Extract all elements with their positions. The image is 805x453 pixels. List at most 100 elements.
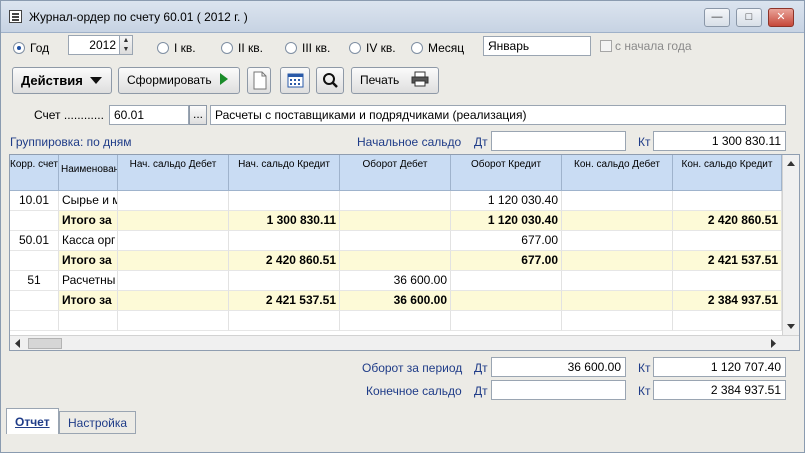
cell-turnover-debit[interactable]	[340, 251, 451, 271]
cell-corr[interactable]	[10, 211, 59, 231]
cell-turnover-debit[interactable]: 36 600.00	[340, 271, 451, 291]
cell-turnover-credit[interactable]	[451, 291, 562, 311]
cell-name[interactable]: Расчетны	[59, 271, 118, 291]
scroll-right-icon[interactable]	[765, 336, 781, 351]
cell-opening-debit[interactable]	[118, 231, 229, 251]
cell-turnover-credit[interactable]	[451, 311, 562, 331]
cell-name[interactable]: Касса орг	[59, 231, 118, 251]
actions-button[interactable]: Действия	[12, 67, 112, 94]
from-start-checkbox[interactable]: с начала года	[600, 39, 692, 53]
cell-closing-credit[interactable]	[673, 271, 782, 291]
cell-opening-credit[interactable]	[229, 191, 340, 211]
cell-closing-debit[interactable]	[562, 211, 673, 231]
scroll-thumb[interactable]	[28, 338, 62, 349]
account-browse-button[interactable]: ...	[189, 105, 207, 125]
cell-opening-debit[interactable]	[118, 191, 229, 211]
radio-year[interactable]: Год	[13, 41, 49, 55]
search-button[interactable]	[316, 67, 344, 94]
col-header-nsd[interactable]: Нач. сальдо Дебет	[118, 155, 229, 191]
tab-report[interactable]: Отчет	[6, 408, 59, 434]
cell-closing-credit[interactable]: 2 421 537.51	[673, 251, 782, 271]
cell-corr[interactable]: 10.01	[10, 191, 59, 211]
cell-turnover-debit[interactable]	[340, 211, 451, 231]
col-header-name[interactable]: Наименование	[59, 155, 118, 191]
maximize-button[interactable]: □	[736, 8, 762, 27]
cell-closing-credit[interactable]	[673, 191, 782, 211]
cell-closing-credit[interactable]	[673, 231, 782, 251]
vertical-scrollbar[interactable]	[782, 155, 799, 336]
cell-turnover-credit[interactable]: 677.00	[451, 251, 562, 271]
new-document-button[interactable]	[247, 67, 271, 94]
col-header-corr[interactable]: Корр. счет	[10, 155, 59, 191]
cell-name[interactable]: Итого за	[59, 291, 118, 311]
cell-turnover-debit[interactable]	[340, 231, 451, 251]
cell-turnover-credit[interactable]: 1 120 030.40	[451, 211, 562, 231]
radio-q3[interactable]: III кв.	[285, 41, 330, 55]
generate-button[interactable]: Сформировать	[118, 67, 240, 94]
cell-opening-debit[interactable]	[118, 211, 229, 231]
cell-name[interactable]: Итого за	[59, 211, 118, 231]
scroll-left-icon[interactable]	[10, 336, 26, 351]
tab-settings[interactable]: Настройка	[59, 411, 137, 434]
month-field[interactable]: Январь	[483, 36, 591, 56]
radio-q4[interactable]: IV кв.	[349, 41, 396, 55]
year-spinner[interactable]: ▲ ▼	[119, 35, 133, 55]
cell-turnover-credit[interactable]: 1 120 030.40	[451, 191, 562, 211]
cell-opening-debit[interactable]	[118, 291, 229, 311]
cell-closing-credit[interactable]: 2 384 937.51	[673, 291, 782, 311]
checkbox-icon[interactable]	[600, 40, 612, 52]
account-input[interactable]: 60.01	[109, 105, 189, 125]
cell-turnover-debit[interactable]	[340, 311, 451, 331]
cell-turnover-debit[interactable]	[340, 191, 451, 211]
cell-name[interactable]: Сырье и м	[59, 191, 118, 211]
cell-closing-debit[interactable]	[562, 251, 673, 271]
cell-opening-debit[interactable]	[118, 251, 229, 271]
cell-closing-debit[interactable]	[562, 191, 673, 211]
data-grid[interactable]: Корр. счет Наименование Нач. сальдо Дебе…	[9, 154, 800, 351]
scroll-down-icon[interactable]	[783, 318, 799, 334]
cell-name[interactable]: Итого за	[59, 251, 118, 271]
close-button[interactable]: ✕	[768, 8, 794, 27]
radio-q2[interactable]: II кв.	[221, 41, 263, 55]
cell-opening-credit[interactable]: 2 421 537.51	[229, 291, 340, 311]
cell-closing-debit[interactable]	[562, 311, 673, 331]
col-header-ksk[interactable]: Кон. сальдо Кредит	[673, 155, 782, 191]
cell-closing-credit[interactable]	[673, 311, 782, 331]
calendar-button[interactable]	[280, 67, 310, 94]
radio-q1[interactable]: I кв.	[157, 41, 196, 55]
year-input[interactable]: 2012	[68, 35, 121, 55]
cell-corr[interactable]: 51	[10, 271, 59, 291]
scroll-up-icon[interactable]	[783, 155, 799, 171]
cell-turnover-debit[interactable]: 36 600.00	[340, 291, 451, 311]
opening-balance-label: Начальное сальдо	[357, 135, 462, 149]
cell-corr[interactable]	[10, 311, 59, 331]
cell-corr[interactable]: 50.01	[10, 231, 59, 251]
cell-turnover-credit[interactable]	[451, 271, 562, 291]
spin-up-icon[interactable]: ▲	[120, 36, 132, 45]
cell-turnover-credit[interactable]: 677.00	[451, 231, 562, 251]
cell-closing-debit[interactable]	[562, 271, 673, 291]
cell-opening-credit[interactable]	[229, 271, 340, 291]
cell-opening-debit[interactable]	[118, 271, 229, 291]
grouping-label[interactable]: Группировка: по дням	[10, 135, 132, 149]
col-header-ksd[interactable]: Кон. сальдо Дебет	[562, 155, 673, 191]
horizontal-scrollbar[interactable]	[10, 335, 799, 351]
minimize-button[interactable]: —	[704, 8, 730, 27]
col-header-ok[interactable]: Оборот Кредит	[451, 155, 562, 191]
cell-name[interactable]	[59, 311, 118, 331]
cell-opening-credit[interactable]	[229, 311, 340, 331]
cell-opening-credit[interactable]: 1 300 830.11	[229, 211, 340, 231]
cell-closing-debit[interactable]	[562, 231, 673, 251]
cell-opening-debit[interactable]	[118, 311, 229, 331]
cell-opening-credit[interactable]	[229, 231, 340, 251]
col-header-nsk[interactable]: Нач. сальдо Кредит	[229, 155, 340, 191]
cell-corr[interactable]	[10, 291, 59, 311]
spin-down-icon[interactable]: ▼	[120, 45, 132, 54]
radio-month[interactable]: Месяц	[411, 41, 464, 55]
cell-corr[interactable]	[10, 251, 59, 271]
print-button[interactable]: Печать	[351, 67, 439, 94]
cell-closing-debit[interactable]	[562, 291, 673, 311]
col-header-od[interactable]: Оборот Дебет	[340, 155, 451, 191]
cell-closing-credit[interactable]: 2 420 860.51	[673, 211, 782, 231]
cell-opening-credit[interactable]: 2 420 860.51	[229, 251, 340, 271]
